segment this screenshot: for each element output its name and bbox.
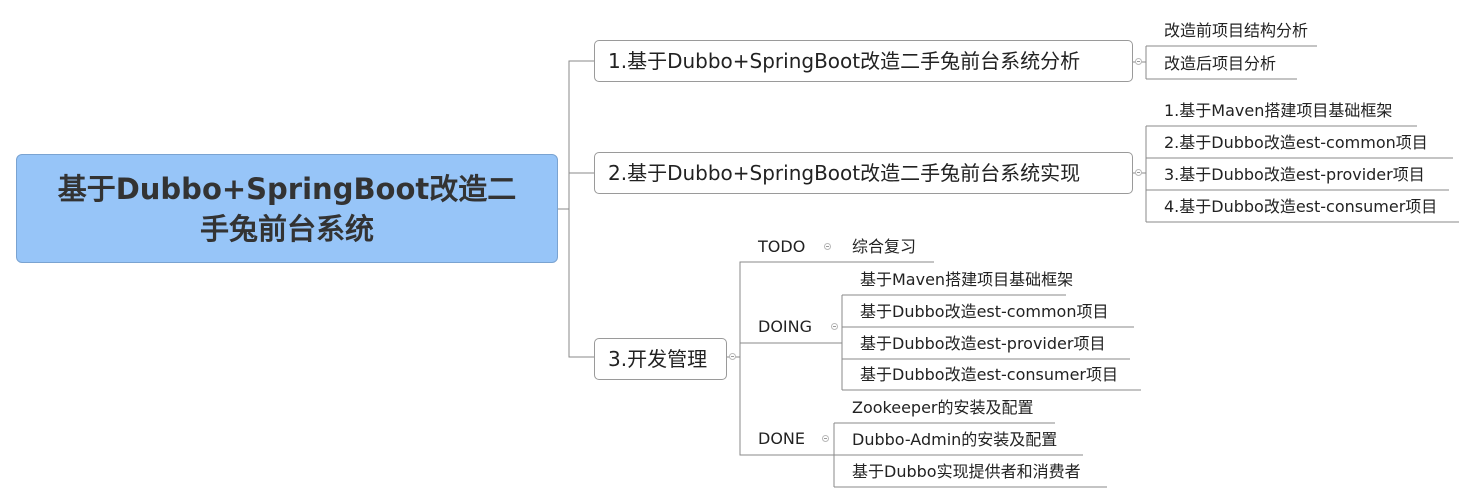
done-item[interactable]: Zookeeper的安装及配置	[852, 397, 1034, 419]
subtopic[interactable]: 2.基于Dubbo改造est-common项目	[1164, 132, 1428, 154]
branch-implementation[interactable]: 2.基于Dubbo+SpringBoot改造二手兔前台系统实现	[594, 152, 1133, 194]
subtopic[interactable]: 1.基于Maven搭建项目基础框架	[1164, 100, 1392, 122]
doing-item[interactable]: 基于Dubbo改造est-common项目	[860, 301, 1108, 323]
group-doing[interactable]: DOING	[758, 316, 812, 338]
root-topic-title: 基于Dubbo+SpringBoot改造二手兔前台系统	[57, 171, 517, 246]
collapse-minus-icon[interactable]	[831, 323, 838, 330]
collapse-minus-icon[interactable]	[1135, 58, 1142, 65]
collapse-minus-icon[interactable]	[824, 243, 831, 250]
done-item[interactable]: 基于Dubbo实现提供者和消费者	[852, 461, 1081, 483]
subtopic[interactable]: 改造前项目结构分析	[1164, 20, 1308, 42]
branch-dev-management-label: 3.开发管理	[608, 347, 708, 371]
root-topic[interactable]: 基于Dubbo+SpringBoot改造二手兔前台系统	[16, 154, 558, 263]
branch-implementation-label: 2.基于Dubbo+SpringBoot改造二手兔前台系统实现	[608, 161, 1081, 185]
branch-analysis[interactable]: 1.基于Dubbo+SpringBoot改造二手兔前台系统分析	[594, 40, 1133, 82]
todo-item[interactable]: 综合复习	[852, 236, 916, 258]
branch-dev-management[interactable]: 3.开发管理	[594, 338, 727, 380]
subtopic[interactable]: 3.基于Dubbo改造est-provider项目	[1164, 164, 1425, 186]
collapse-minus-icon[interactable]	[822, 435, 829, 442]
collapse-minus-icon[interactable]	[729, 353, 736, 360]
doing-item[interactable]: 基于Dubbo改造est-consumer项目	[860, 364, 1118, 386]
doing-item[interactable]: 基于Dubbo改造est-provider项目	[860, 333, 1105, 355]
group-todo[interactable]: TODO	[758, 236, 805, 258]
subtopic[interactable]: 改造后项目分析	[1164, 53, 1276, 75]
done-item[interactable]: Dubbo-Admin的安装及配置	[852, 429, 1057, 451]
collapse-minus-icon[interactable]	[1135, 169, 1142, 176]
subtopic[interactable]: 4.基于Dubbo改造est-consumer项目	[1164, 196, 1437, 218]
branch-analysis-label: 1.基于Dubbo+SpringBoot改造二手兔前台系统分析	[608, 49, 1081, 73]
doing-item[interactable]: 基于Maven搭建项目基础框架	[860, 269, 1073, 291]
group-done[interactable]: DONE	[758, 428, 805, 450]
